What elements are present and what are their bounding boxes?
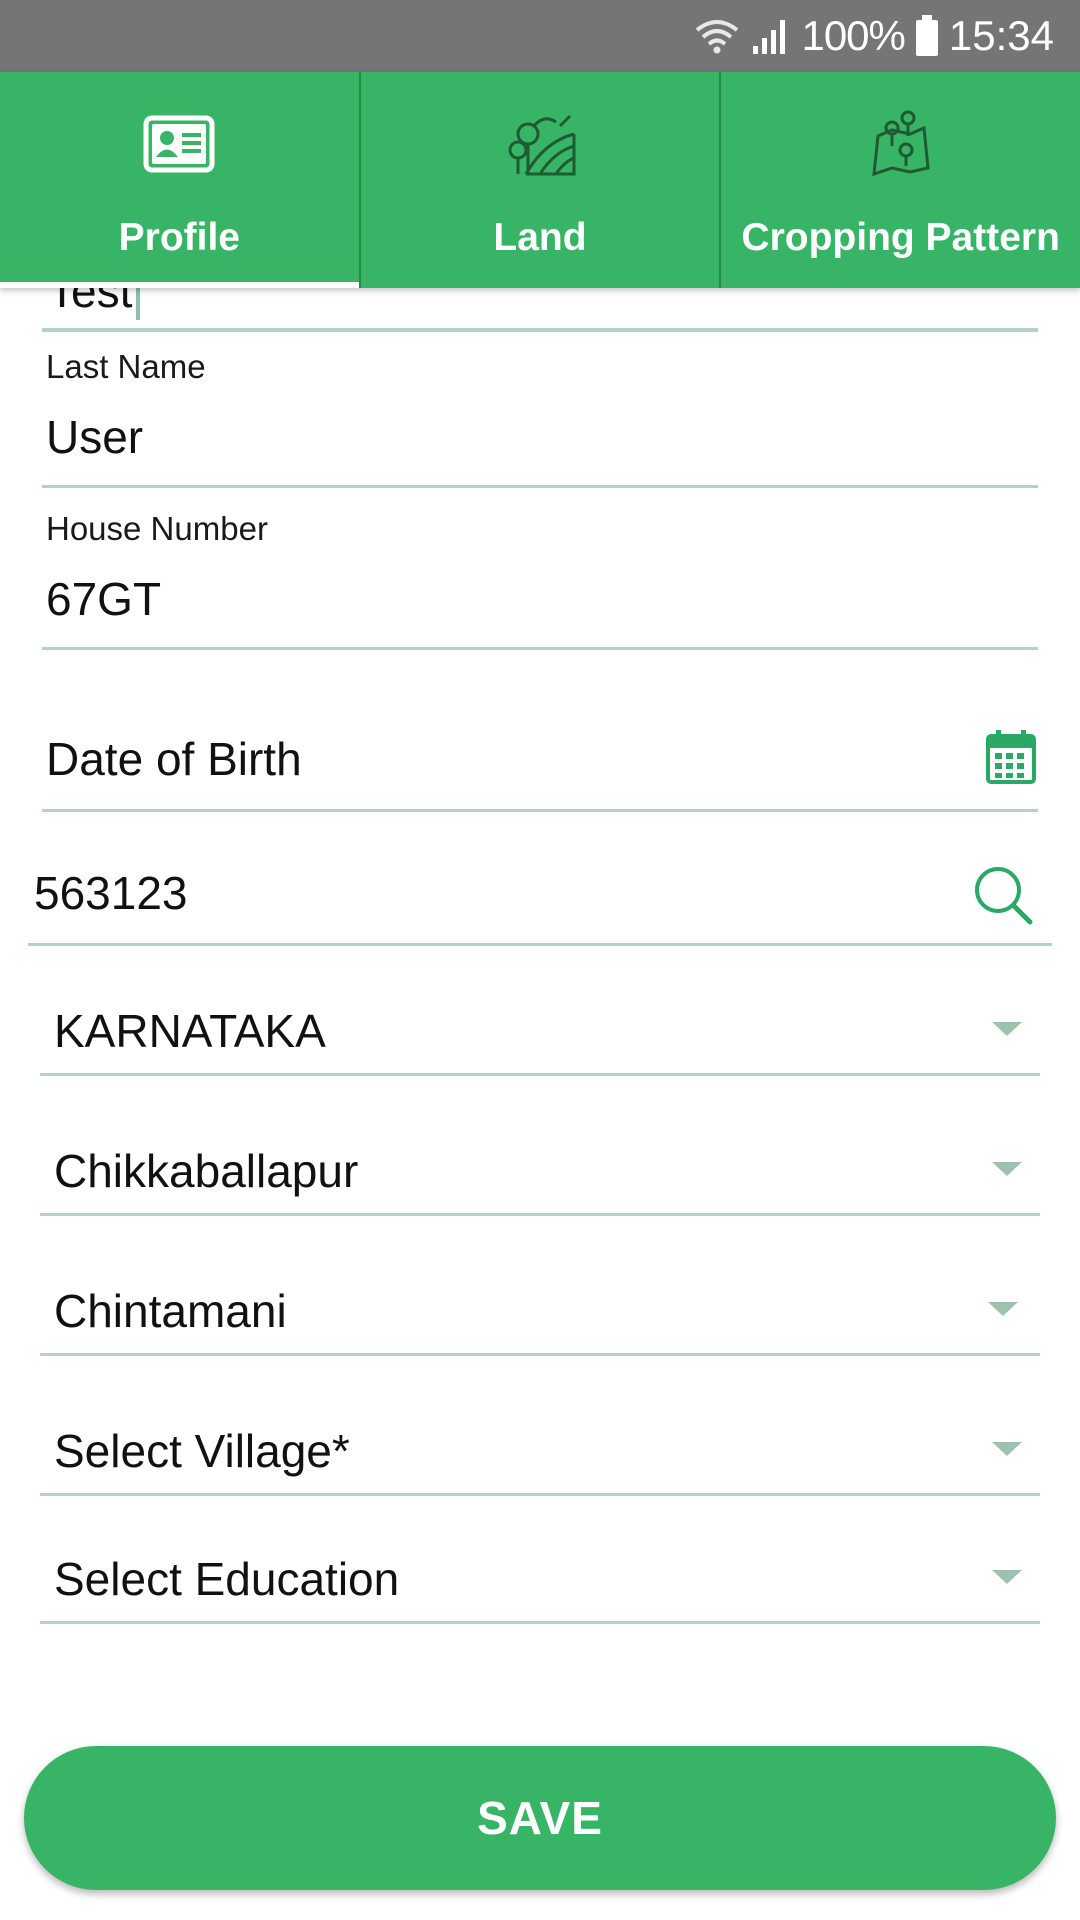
state-selected: KARNATAKA [54,1005,326,1057]
state-dropdown[interactable]: KARNATAKA [40,988,1040,1076]
house-number-field[interactable]: House Number 67GT [42,510,1038,650]
taluk-selected: Chintamani [54,1285,287,1337]
underline [40,1073,1040,1076]
tab-cropping-pattern[interactable]: Cropping Pattern [719,72,1080,288]
underline [28,943,1052,946]
save-button[interactable]: SAVE [24,1746,1056,1890]
date-of-birth-field[interactable]: Date of Birth [42,728,1038,812]
last-name-value: User [46,411,144,463]
district-selected: Chikkaballapur [54,1145,359,1197]
tab-label: Cropping Pattern [741,216,1060,259]
underline [42,809,1038,812]
tab-label: Profile [118,216,241,259]
chevron-down-icon [992,1442,1022,1456]
last-name-label: Last Name [46,348,206,385]
calendar-icon[interactable] [986,730,1036,784]
map-pin-icon [871,110,930,177]
underline [40,1493,1040,1496]
village-selected: Select Village* [54,1425,350,1477]
chevron-down-icon [988,1302,1018,1316]
battery-icon [915,15,938,56]
tab-bar: Profile Land Cropping Pattern [0,72,1080,288]
pincode-value: 563123 [34,867,188,919]
education-selected: Select Education [54,1553,400,1605]
chevron-down-icon [992,1570,1022,1584]
date-of-birth-placeholder: Date of Birth [46,733,302,785]
battery-percent: 100% [801,12,905,59]
first-name-field[interactable]: Test [42,288,1038,332]
underline [42,647,1038,650]
wifi-icon [696,20,739,54]
village-dropdown[interactable]: Select Village* [40,1408,1040,1496]
chevron-down-icon [992,1022,1022,1036]
chevron-down-icon [992,1162,1022,1176]
tab-profile[interactable]: Profile [0,72,359,288]
first-name-value: Test [48,288,133,317]
house-number-value: 67GT [46,573,162,625]
clock: 15:34 [948,12,1054,59]
tab-label: Land [493,216,587,259]
tab-land[interactable]: Land [358,72,720,288]
profile-form: Test Last Name User House Number 67GT Da… [0,288,1080,1728]
land-field-icon [508,114,576,176]
underline [40,1353,1040,1356]
last-name-field[interactable]: Last Name User [42,348,1038,488]
underline [40,1621,1040,1624]
text-cursor [136,288,140,320]
signal-icon [753,20,786,54]
status-bar: 100% 15:34 [0,0,1080,72]
underline [40,1213,1040,1216]
underline [42,328,1038,332]
search-icon[interactable] [972,864,1034,926]
pincode-field[interactable]: 563123 [28,858,1052,946]
id-card-icon [143,115,215,173]
taluk-dropdown[interactable]: Chintamani [40,1268,1040,1356]
education-dropdown[interactable]: Select Education [40,1536,1040,1624]
district-dropdown[interactable]: Chikkaballapur [40,1128,1040,1216]
save-button-label: SAVE [477,1792,603,1844]
house-number-label: House Number [46,510,268,547]
underline [42,485,1038,488]
